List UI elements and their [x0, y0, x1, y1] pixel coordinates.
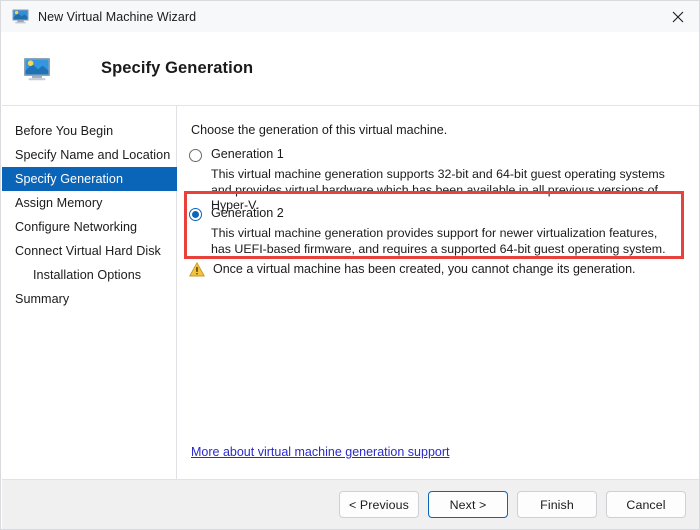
virtual-machine-icon: [12, 9, 29, 24]
title-bar: New Virtual Machine Wizard: [1, 1, 699, 32]
intro-text: Choose the generation of this virtual ma…: [191, 123, 448, 137]
sidebar-item-summary[interactable]: Summary: [2, 287, 176, 311]
sidebar-item-label: Configure Networking: [15, 220, 138, 234]
close-icon[interactable]: [655, 1, 699, 32]
more-about-generation-link[interactable]: More about virtual machine generation su…: [191, 445, 449, 459]
sidebar-item-label: Specify Generation: [15, 172, 124, 186]
button-bar: < Previous Next > Finish Cancel: [339, 491, 686, 518]
generation-2-label: Generation 2: [211, 206, 284, 220]
generation-1-option-group: Generation 1 This virtual machine genera…: [189, 147, 685, 214]
sidebar-item-connect-virtual-hard-disk[interactable]: Connect Virtual Hard Disk: [2, 239, 176, 263]
page-header: Specify Generation: [2, 32, 699, 106]
sidebar-item-before-you-begin[interactable]: Before You Begin: [2, 119, 176, 143]
generation-2-option-group: Generation 2 This virtual machine genera…: [189, 206, 685, 257]
generation-2-description: This virtual machine generation provides…: [211, 226, 666, 256]
generation-1-radio-row[interactable]: Generation 1: [189, 147, 685, 162]
dialog-footer: < Previous Next > Finish Cancel: [2, 479, 699, 529]
sidebar-item-label: Before You Begin: [15, 124, 114, 138]
generation-warning: Once a virtual machine has been created,…: [189, 262, 636, 277]
window-title: New Virtual Machine Wizard: [38, 9, 197, 24]
new-virtual-machine-wizard-window: New Virtual Machine Wizard Specify Gener…: [0, 0, 700, 530]
cancel-button[interactable]: Cancel: [606, 491, 686, 518]
generation-2-radio[interactable]: [189, 208, 202, 221]
main-content: Choose the generation of this virtual ma…: [178, 106, 699, 479]
sidebar-item-label: Connect Virtual Hard Disk: [15, 244, 161, 258]
sidebar-item-label: Installation Options: [33, 268, 142, 282]
virtual-machine-icon: [23, 57, 51, 81]
finish-button[interactable]: Finish: [517, 491, 597, 518]
page-title: Specify Generation: [101, 59, 254, 77]
next-button[interactable]: Next >: [428, 491, 508, 518]
generation-1-label: Generation 1: [211, 147, 284, 161]
sidebar-item-specify-name-and-location[interactable]: Specify Name and Location: [2, 143, 176, 167]
wizard-steps-sidebar: Before You Begin Specify Name and Locati…: [2, 106, 177, 479]
warning-triangle-icon: [189, 262, 205, 277]
sidebar-item-assign-memory[interactable]: Assign Memory: [2, 191, 176, 215]
sidebar-item-configure-networking[interactable]: Configure Networking: [2, 215, 176, 239]
sidebar-item-installation-options[interactable]: Installation Options: [2, 263, 176, 287]
previous-button[interactable]: < Previous: [339, 491, 419, 518]
generation-1-radio[interactable]: [189, 149, 202, 162]
warning-text: Once a virtual machine has been created,…: [213, 262, 636, 276]
generation-2-radio-row[interactable]: Generation 2: [189, 206, 685, 221]
sidebar-item-specify-generation[interactable]: Specify Generation: [2, 167, 177, 191]
sidebar-item-label: Assign Memory: [15, 196, 103, 210]
sidebar-item-label: Specify Name and Location: [15, 148, 171, 162]
sidebar-item-label: Summary: [15, 292, 70, 306]
